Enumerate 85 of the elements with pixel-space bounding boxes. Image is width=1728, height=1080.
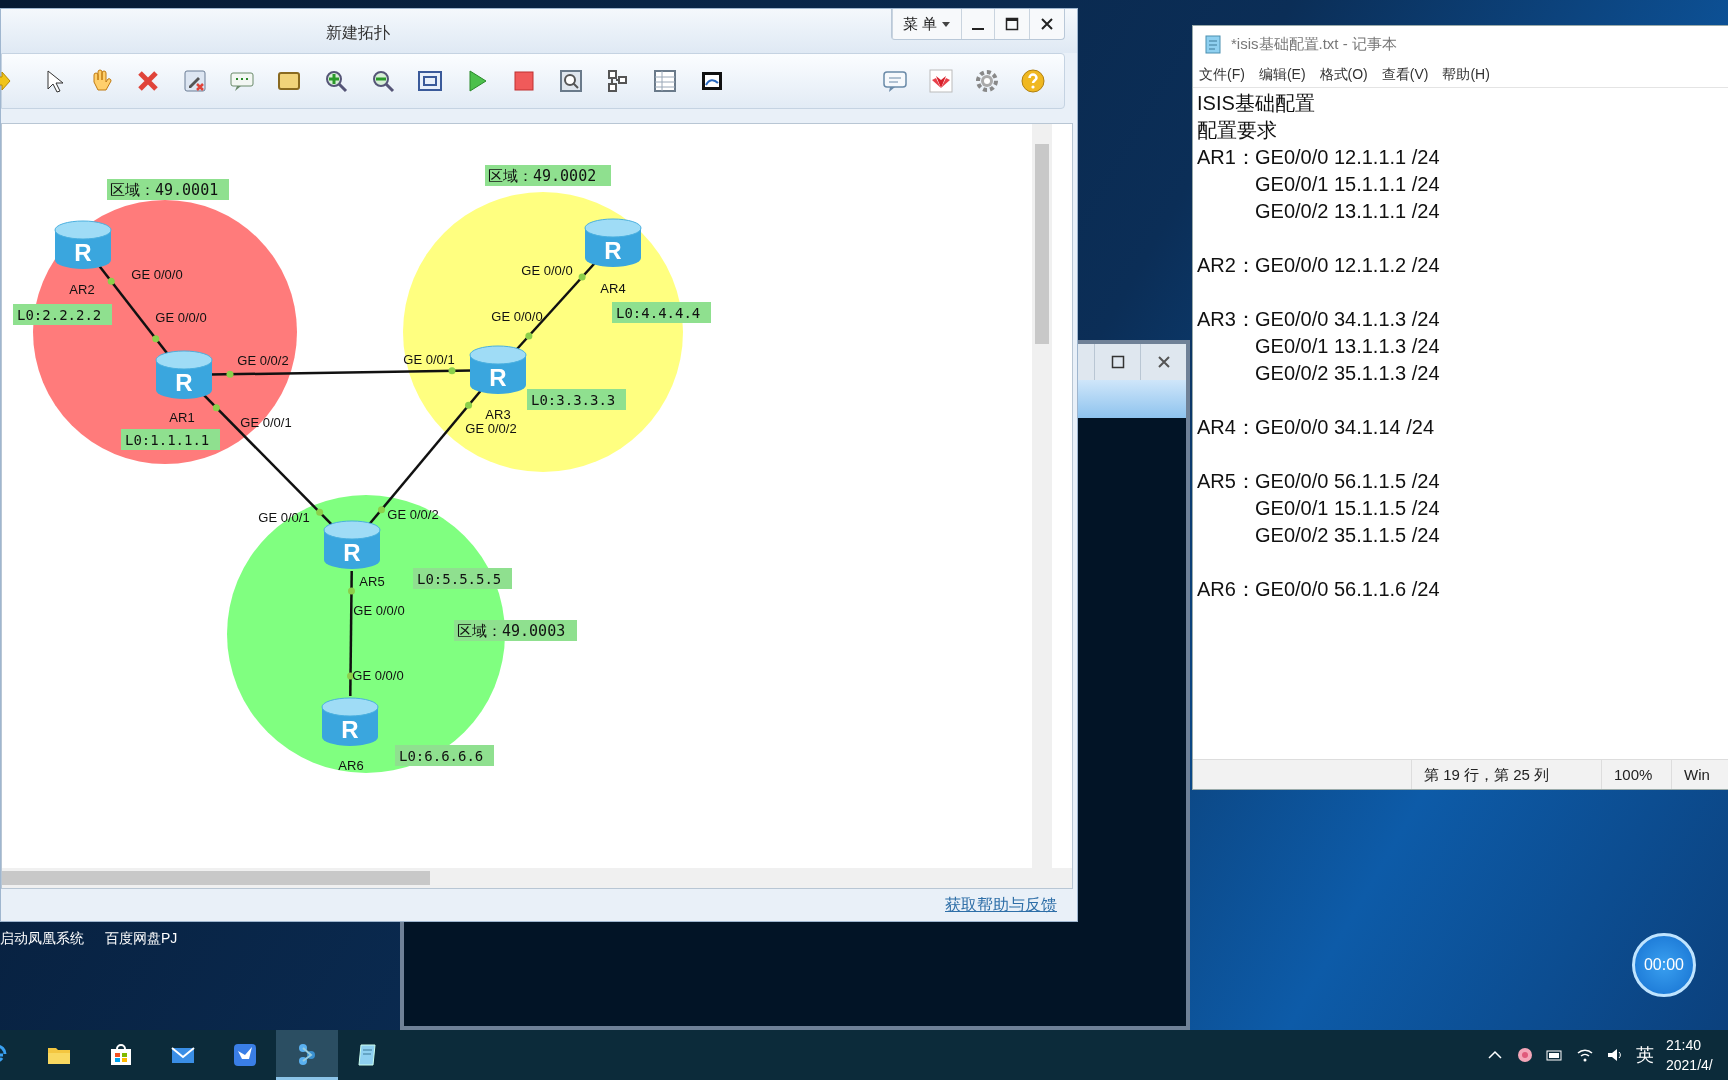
- router-label: AR5：: [1197, 469, 1255, 494]
- time-text: 21:40: [1666, 1036, 1702, 1055]
- status-text: Win: [1671, 760, 1728, 789]
- port-label: GE 0/0/0: [352, 668, 404, 683]
- menu-item[interactable]: 帮助(H): [1442, 64, 1490, 85]
- loopback-label: L0:1.1.1.1: [121, 429, 220, 450]
- port-label: GE 0/0/2: [387, 507, 439, 522]
- interface-address: GE0/0/1 13.1.1.3 /24: [1255, 334, 1440, 359]
- help-icon[interactable]: [1020, 68, 1046, 94]
- interface-address: GE0/0/1 15.1.1.5 /24: [1255, 496, 1440, 521]
- area-label: 区域：49.0002: [485, 165, 611, 186]
- interface-address: GE0/0/0 56.1.1.6 /24: [1255, 577, 1440, 602]
- area-label: 区域：49.0001: [107, 179, 229, 200]
- interface-address: GE0/0/2 13.1.1.1 /24: [1255, 199, 1440, 224]
- port-label: GE 0/0/2: [465, 421, 517, 436]
- router-name: AR6: [338, 758, 364, 773]
- status-text: 第 19 行，第 25 列: [1411, 760, 1601, 789]
- loopback-label: L0:5.5.5.5: [413, 568, 512, 589]
- port-label: GE 0/0/1: [258, 510, 310, 525]
- router-label: AR3：: [1197, 307, 1255, 332]
- minimize-icon: [972, 28, 984, 30]
- maximize-icon: [1005, 17, 1019, 31]
- interface-address: GE0/0/2 35.1.1.5 /24: [1255, 523, 1440, 548]
- loopback-label: L0:2.2.2.2: [13, 304, 112, 325]
- interface-address: GE0/0/1 15.1.1.1 /24: [1255, 172, 1440, 197]
- router-label: AR6：: [1197, 577, 1255, 602]
- area-label: 区域：49.0003: [454, 620, 577, 641]
- menu-item[interactable]: 查看(V): [1381, 64, 1429, 85]
- fan-logo-icon[interactable]: [928, 68, 954, 94]
- text-line: ISIS基础配置: [1197, 91, 1315, 116]
- notepad-icon: [1203, 34, 1223, 54]
- port-label: GE 0/0/0: [491, 309, 543, 324]
- fit-window-icon[interactable]: [417, 68, 443, 94]
- status-text: 100%: [1601, 760, 1671, 789]
- router-label: AR4：: [1197, 415, 1255, 440]
- window-title: 新建拓扑: [326, 23, 390, 43]
- table-icon[interactable]: [652, 68, 678, 94]
- caret-icon: [941, 20, 951, 28]
- wifi-icon[interactable]: [1576, 1046, 1594, 1064]
- menu-item[interactable]: 文件(F): [1199, 64, 1245, 85]
- loopback-label: L0:6.6.6.6: [395, 745, 494, 766]
- close-icon: [1040, 17, 1054, 31]
- help-feedback-link[interactable]: 获取帮助与反馈: [945, 893, 1057, 917]
- port-label: GE 0/0/1: [240, 415, 292, 430]
- port-label: GE 0/0/0: [155, 310, 207, 325]
- speaker-icon[interactable]: [1606, 1046, 1624, 1064]
- interface-address: GE0/0/0 12.1.1.1 /24: [1255, 145, 1440, 170]
- zoom-in-icon[interactable]: [323, 68, 349, 94]
- stop-icon[interactable]: [511, 68, 537, 94]
- chat-icon[interactable]: [882, 68, 908, 94]
- screen-search-icon[interactable]: [558, 68, 584, 94]
- interface-address: GE0/0/0 34.1.14 /24: [1255, 415, 1435, 440]
- zoom-out-icon[interactable]: [370, 68, 396, 94]
- close-icon[interactable]: [1156, 355, 1171, 369]
- router-name: AR5: [359, 574, 385, 589]
- loopback-label: L0:3.3.3.3: [527, 389, 626, 410]
- interface-address: GE0/0/2 35.1.1.3 /24: [1255, 361, 1440, 386]
- port-label: GE 0/0/0: [353, 603, 405, 618]
- scrollbar-thumb[interactable]: [2, 871, 430, 885]
- router-label: AR1：: [1197, 145, 1255, 170]
- window-title: *isis基础配置.txt - 记事本: [1231, 33, 1397, 54]
- router-label: AR2：: [1197, 253, 1255, 278]
- menu-item[interactable]: 格式(O): [1319, 64, 1368, 85]
- loopback-label: L0:4.4.4.4: [612, 302, 711, 323]
- router-name: AR4: [600, 281, 626, 296]
- date-text: 2021/4/: [1666, 1056, 1713, 1075]
- port-label: GE 0/0/0: [521, 263, 573, 278]
- pencil-cross-icon[interactable]: [182, 68, 208, 94]
- desktop-icon-label[interactable]: 百度网盘PJ: [105, 928, 178, 949]
- router-name: AR2: [69, 282, 95, 297]
- router-name: AR1: [169, 410, 195, 425]
- gear-icon[interactable]: [974, 68, 1000, 94]
- desktop-icon-label[interactable]: 启动凤凰系统: [0, 928, 84, 949]
- menu-item[interactable]: 编辑(E): [1258, 64, 1306, 85]
- interface-address: GE0/0/0 56.1.1.5 /24: [1255, 469, 1440, 494]
- interface-address: GE0/0/0 12.1.1.2 /24: [1255, 253, 1440, 278]
- port-label: GE 0/0/2: [237, 353, 289, 368]
- maximize-icon[interactable]: [1110, 355, 1125, 369]
- port-label: GE 0/0/0: [131, 267, 183, 282]
- scrollbar-thumb[interactable]: [1035, 144, 1049, 344]
- router-name: AR3: [485, 407, 511, 422]
- port-label: GE 0/0/1: [403, 352, 455, 367]
- text-line: 配置要求: [1197, 118, 1277, 143]
- interface-address: GE0/0/0 34.1.1.3 /24: [1255, 307, 1440, 332]
- input-method-indicator[interactable]: 英: [1636, 1041, 1654, 1069]
